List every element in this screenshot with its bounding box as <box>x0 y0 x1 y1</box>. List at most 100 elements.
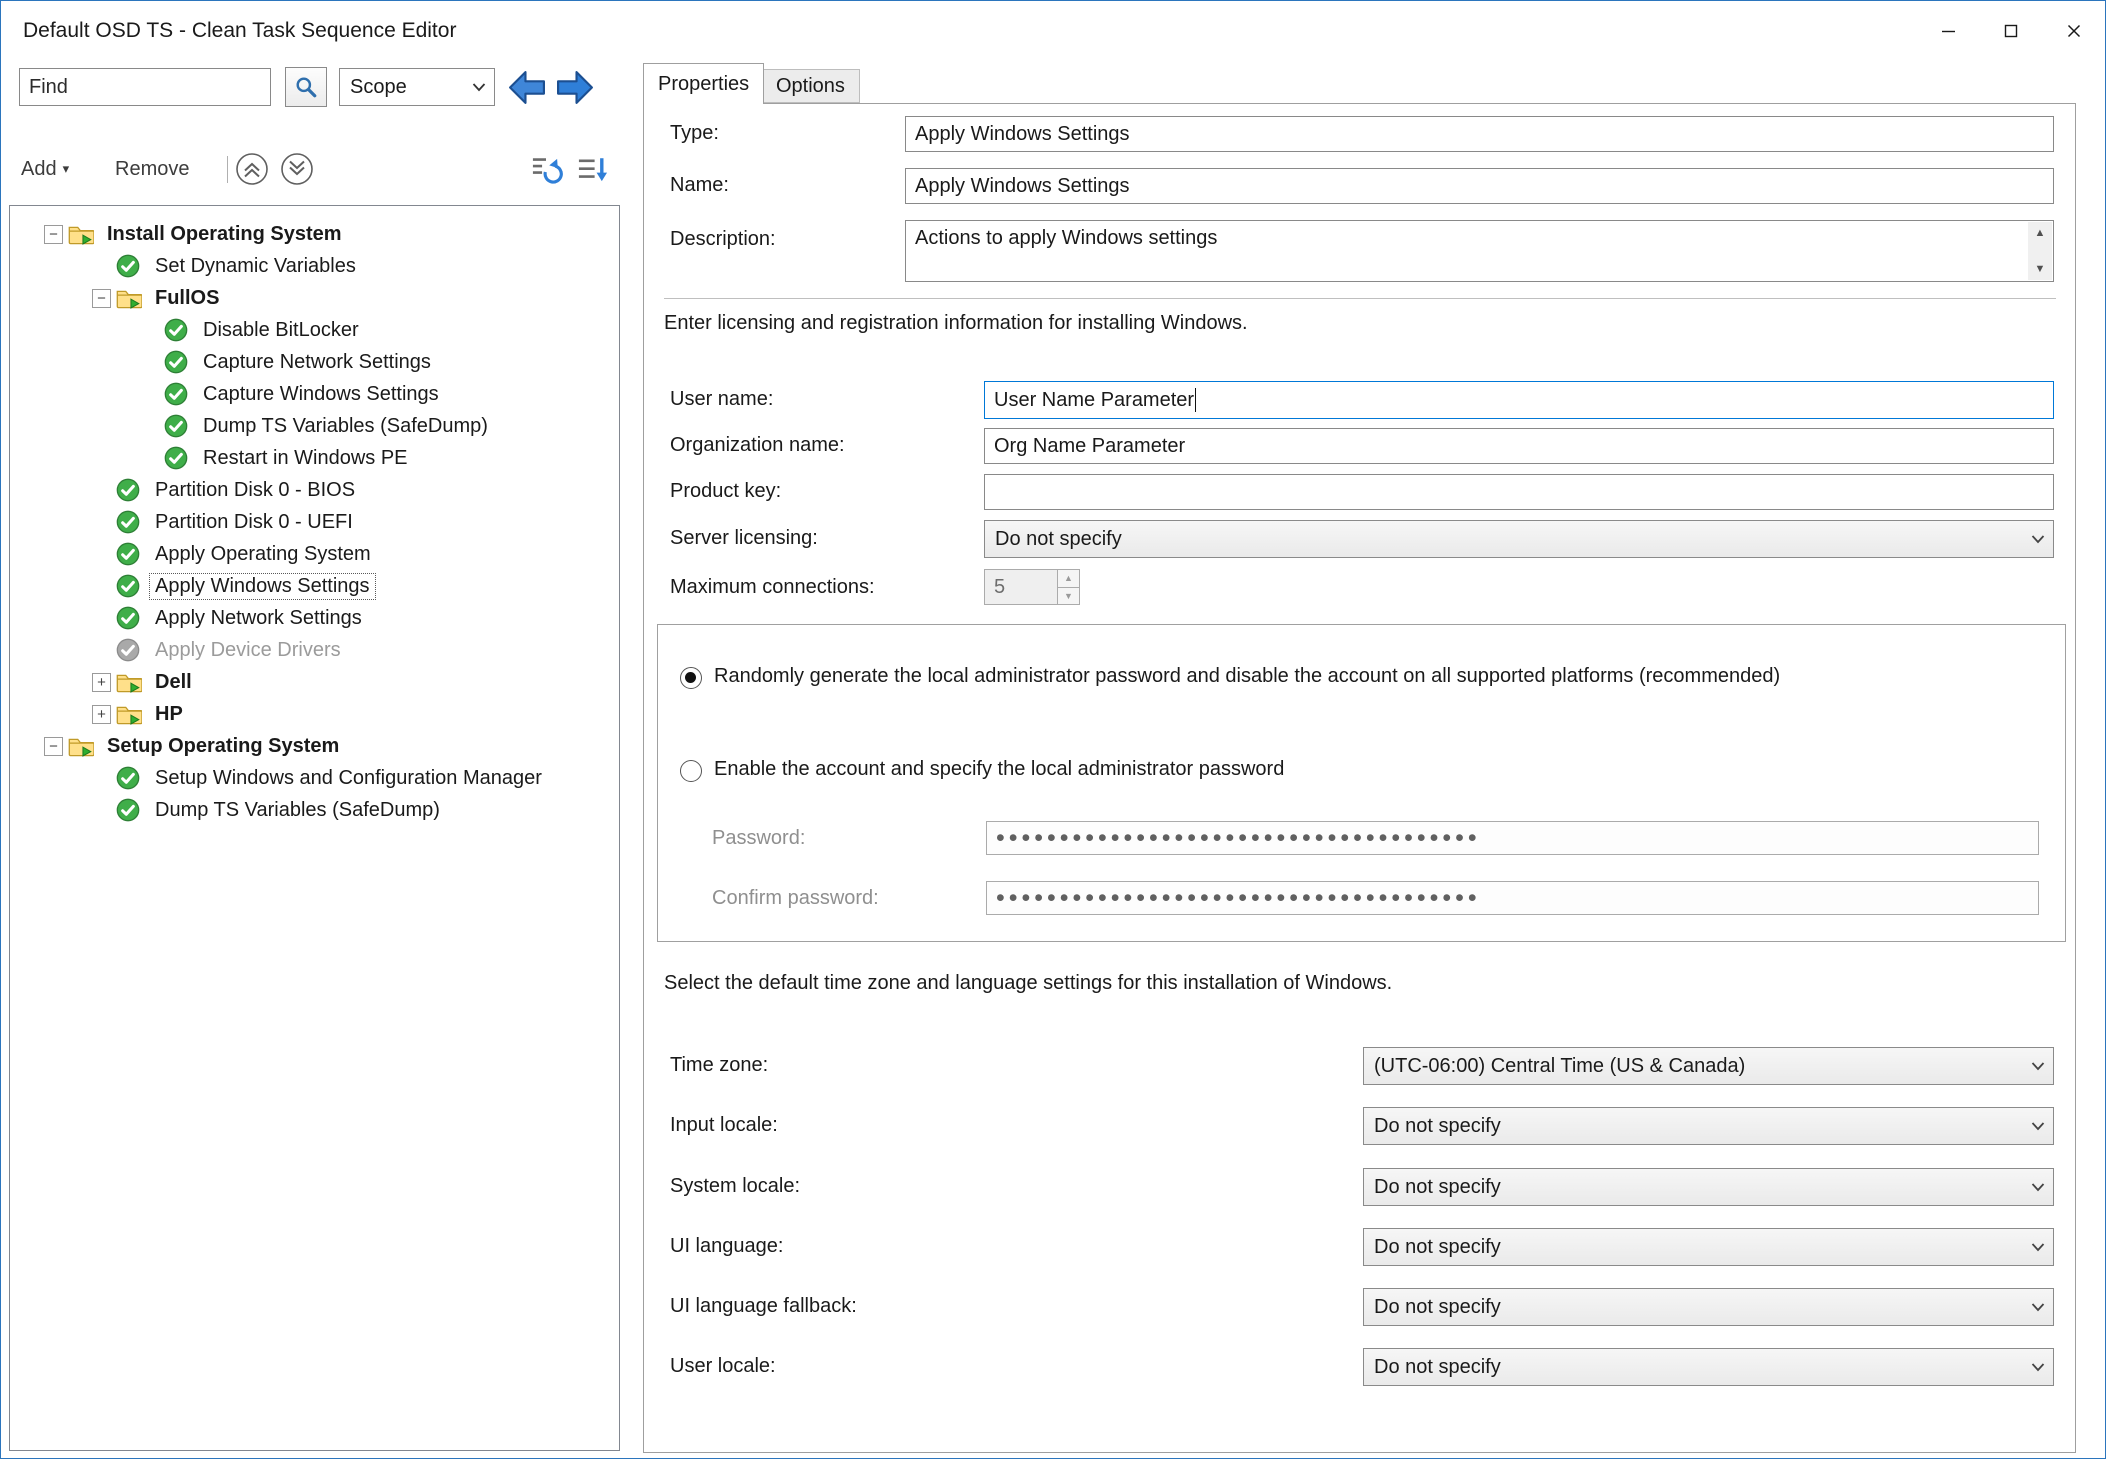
scope-dropdown-value: Scope <box>350 76 472 99</box>
tree-item[interactable]: Partition Disk 0 - BIOS <box>10 474 619 506</box>
system-locale-dropdown[interactable]: Do not specify <box>1363 1168 2054 1206</box>
type-field[interactable] <box>905 116 2054 152</box>
product-key-field[interactable] <box>984 474 2054 510</box>
tree-item[interactable]: Disable BitLocker <box>10 314 619 346</box>
tree-item[interactable]: Capture Network Settings <box>10 346 619 378</box>
maximum-connections-value: 5 <box>985 570 1057 604</box>
enable-account-option[interactable]: Enable the account and specify the local… <box>680 758 1284 782</box>
tree-item-label: Restart in Windows PE <box>198 446 413 471</box>
tree-item-label: Capture Windows Settings <box>198 382 444 407</box>
server-licensing-dropdown[interactable]: Do not specify <box>984 520 2054 558</box>
find-input[interactable] <box>19 68 271 106</box>
minimize-button[interactable] <box>1916 1 1979 61</box>
expand-all-icon <box>280 152 314 186</box>
user-locale-dropdown[interactable]: Do not specify <box>1363 1348 2054 1386</box>
add-button[interactable]: Add ▾ <box>15 151 75 187</box>
admin-password-group: Randomly generate the local administrato… <box>657 624 2066 942</box>
tab-options[interactable]: Options <box>761 69 860 103</box>
expander-minus-icon[interactable]: − <box>44 737 63 756</box>
tree-item-label: HP <box>150 702 188 727</box>
step-check-icon <box>116 606 143 630</box>
user-name-field[interactable]: User Name Parameter <box>984 381 2054 419</box>
tree-item[interactable]: Dump TS Variables (SafeDump) <box>10 794 619 826</box>
tab-properties[interactable]: Properties <box>643 63 764 104</box>
product-key-label: Product key: <box>670 480 781 503</box>
ui-language-dropdown[interactable]: Do not specify <box>1363 1228 2054 1266</box>
step-check-icon <box>116 478 143 502</box>
forward-button[interactable] <box>554 67 596 107</box>
combo-chevron-icon <box>2031 1242 2045 1252</box>
organization-name-field[interactable] <box>984 428 2054 464</box>
step-check-icon <box>116 542 143 566</box>
step-check-disabled-icon <box>116 638 143 662</box>
description-field[interactable]: Actions to apply Windows settings ▲ ▼ <box>905 220 2054 282</box>
forward-arrow-icon <box>555 69 595 106</box>
ui-language-fallback-dropdown[interactable]: Do not specify <box>1363 1288 2054 1326</box>
tree-item[interactable]: Apply Windows Settings <box>10 570 619 602</box>
radio-icon[interactable] <box>680 760 702 782</box>
search-icon <box>294 75 318 99</box>
expander-plus-icon[interactable]: + <box>92 673 111 692</box>
expander-minus-icon[interactable]: − <box>92 289 111 308</box>
back-arrow-icon <box>507 69 547 106</box>
time-zone-dropdown[interactable]: (UTC-06:00) Central Time (US & Canada) <box>1363 1047 2054 1085</box>
tree-item[interactable]: + HP <box>10 698 619 730</box>
tree-item-label: FullOS <box>150 286 224 311</box>
tree-item[interactable]: − Setup Operating System <box>10 730 619 762</box>
collapse-all-icon <box>235 152 269 186</box>
description-scrollbar[interactable]: ▲ ▼ <box>2028 222 2052 280</box>
remove-button[interactable]: Remove <box>109 151 195 187</box>
reorder-icon <box>575 153 609 187</box>
radio-icon[interactable] <box>680 667 702 689</box>
tree-item[interactable]: Capture Windows Settings <box>10 378 619 410</box>
reorder-button[interactable] <box>575 153 609 187</box>
tree-item[interactable]: Partition Disk 0 - UEFI <box>10 506 619 538</box>
tree-item-label: Setup Windows and Configuration Manager <box>150 766 547 791</box>
step-check-icon <box>164 318 191 342</box>
maximize-button[interactable] <box>1979 1 2042 61</box>
close-button[interactable] <box>2042 1 2105 61</box>
tree-item[interactable]: Dump TS Variables (SafeDump) <box>10 410 619 442</box>
expand-all-button[interactable] <box>280 152 314 186</box>
tree-item-label: Apply Windows Settings <box>150 574 375 599</box>
tree-item[interactable]: Apply Network Settings <box>10 602 619 634</box>
combo-chevron-icon <box>2031 1302 2045 1312</box>
combo-chevron-icon <box>2031 1362 2045 1372</box>
tree-item[interactable]: − FullOS <box>10 282 619 314</box>
tree-item[interactable]: − Install Operating System <box>10 218 619 250</box>
tree-item[interactable]: Apply Device Drivers <box>10 634 619 666</box>
input-locale-dropdown[interactable]: Do not specify <box>1363 1107 2054 1145</box>
collapse-all-button[interactable] <box>235 152 269 186</box>
combo-chevron-icon <box>2031 1182 2045 1192</box>
back-button[interactable] <box>506 67 548 107</box>
tree-item[interactable]: Apply Operating System <box>10 538 619 570</box>
locale-intro-text: Select the default time zone and languag… <box>664 972 1392 995</box>
tree-item-label: Dump TS Variables (SafeDump) <box>198 414 493 439</box>
combo-chevron-icon <box>2031 1121 2045 1131</box>
scroll-down-icon[interactable]: ▼ <box>2028 258 2052 280</box>
tree-item[interactable]: + Dell <box>10 666 619 698</box>
tree-item-label: Apply Network Settings <box>150 606 367 631</box>
refresh-icon <box>529 153 563 187</box>
tree-item-label: Set Dynamic Variables <box>150 254 361 279</box>
licensing-intro-text: Enter licensing and registration informa… <box>664 312 1248 335</box>
maximum-connections-label: Maximum connections: <box>670 576 875 599</box>
text-caret <box>1195 388 1196 412</box>
scroll-up-icon[interactable]: ▲ <box>2028 222 2052 244</box>
expander-minus-icon[interactable]: − <box>44 225 63 244</box>
tree-item[interactable]: Setup Windows and Configuration Manager <box>10 762 619 794</box>
toolbar-separator <box>227 156 228 183</box>
search-button[interactable] <box>285 67 327 107</box>
name-field[interactable] <box>905 168 2054 204</box>
user-locale-value: Do not specify <box>1374 1356 2031 1379</box>
random-password-option[interactable]: Randomly generate the local administrato… <box>680 665 1780 689</box>
tree-item[interactable]: Set Dynamic Variables <box>10 250 619 282</box>
tree-item[interactable]: Restart in Windows PE <box>10 442 619 474</box>
group-folder-icon <box>116 670 143 694</box>
form-separator <box>664 298 2056 299</box>
group-folder-icon <box>116 702 143 726</box>
expander-plus-icon[interactable]: + <box>92 705 111 724</box>
combo-chevron-icon <box>2031 534 2045 544</box>
scope-dropdown[interactable]: Scope <box>339 68 495 106</box>
refresh-button[interactable] <box>529 153 563 187</box>
